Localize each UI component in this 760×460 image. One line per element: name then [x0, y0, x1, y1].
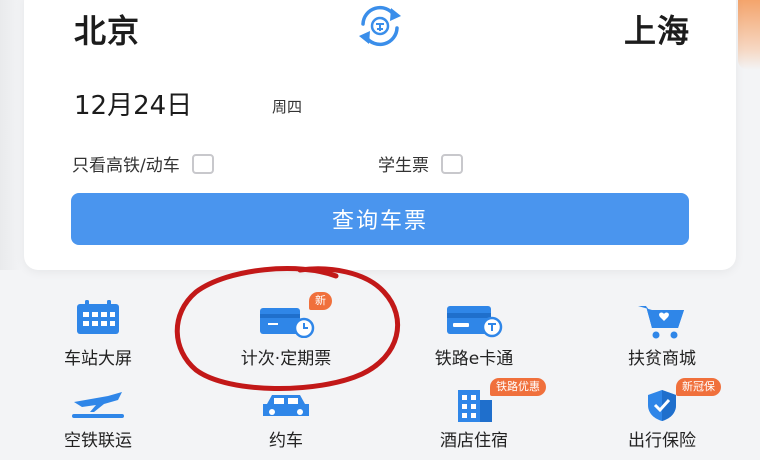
student-ticket-option[interactable]: 学生票 [378, 151, 463, 176]
highspeed-only-checkbox[interactable] [191, 153, 214, 174]
service-label: 酒店住宿 [440, 431, 508, 451]
car-icon [263, 395, 309, 416]
travel-weekday: 周四 [272, 98, 303, 116]
service-poverty-mall[interactable]: 扶贫商城 [572, 300, 752, 370]
arrival-city[interactable]: 上海 [624, 6, 690, 52]
service-label: 约车 [269, 431, 303, 451]
right-edge-accent [738, 0, 760, 70]
rail-discount-badge: 铁路优惠 [490, 378, 546, 396]
service-label: 计次·定期票 [240, 349, 332, 369]
service-label: 车站大屏 [64, 349, 132, 369]
insurance-shield-icon [648, 390, 676, 421]
service-label: 铁路e卡通 [434, 349, 514, 369]
swap-cities-icon[interactable] [354, 4, 406, 48]
shopping-cart-icon [638, 306, 684, 339]
service-travel-insurance[interactable]: 新冠保 出行保险 [572, 378, 752, 452]
hotel-icon [458, 390, 492, 422]
ticket-search-card: 北京 上海 12月24日 周四 只看高铁/动车 学生票 查询车票 [24, 0, 736, 270]
departure-city[interactable]: 北京 [74, 6, 140, 52]
student-ticket-label: 学生票 [378, 156, 429, 176]
service-label: 扶贫商城 [628, 349, 696, 369]
service-label: 空铁联运 [64, 431, 132, 451]
covid-insurance-badge: 新冠保 [676, 378, 721, 396]
rail-ecard-icon [447, 306, 503, 338]
service-label: 出行保险 [628, 431, 696, 451]
station-screen-icon [77, 300, 119, 334]
left-edge-shade [0, 0, 22, 270]
query-tickets-button[interactable]: 查询车票 [71, 193, 689, 245]
new-badge: 新 [309, 292, 332, 310]
service-car-hailing[interactable]: 约车 [196, 388, 376, 452]
service-station-screen[interactable]: 车站大屏 [8, 300, 188, 370]
service-air-rail[interactable]: 空铁联运 [8, 388, 188, 452]
highspeed-only-option[interactable]: 只看高铁/动车 [72, 151, 214, 176]
service-count-period-ticket[interactable]: 新 计次·定期票 [196, 292, 376, 370]
service-rail-ecard[interactable]: 铁路e卡通 [384, 300, 564, 370]
ticket-card-icon [260, 308, 315, 338]
travel-date[interactable]: 12月24日 [74, 85, 192, 122]
student-ticket-checkbox[interactable] [441, 153, 463, 174]
highspeed-only-label: 只看高铁/动车 [72, 156, 180, 176]
plane-rail-icon [72, 392, 124, 418]
service-hotel[interactable]: 铁路优惠 酒店住宿 [384, 378, 564, 452]
